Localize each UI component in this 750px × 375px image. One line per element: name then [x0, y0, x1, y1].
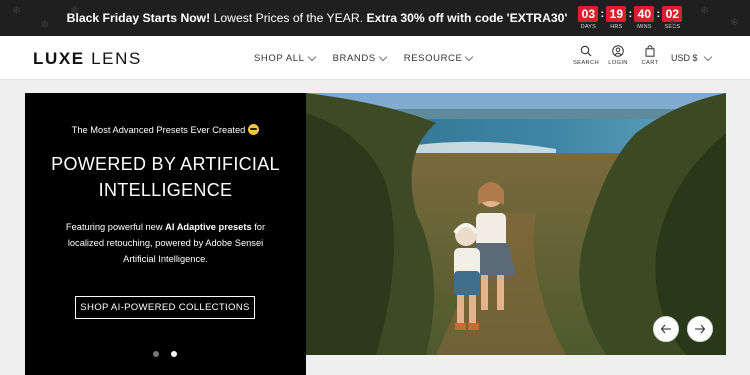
countdown-label: MINS [637, 24, 652, 30]
chevron-down-icon [703, 52, 712, 61]
header-tools: SEARCH LOGIN CART [573, 45, 662, 66]
nav-label: RESOURCE [403, 53, 463, 64]
logo-light: LENS [91, 49, 142, 68]
hero-description-bold: AI Adaptive presets [165, 222, 252, 232]
hero-description: Featuring powerful new AI Adaptive prese… [55, 219, 276, 267]
countdown-label: HRS [610, 24, 623, 30]
announcement-lead: Black Friday Starts Now! [66, 11, 211, 25]
slide-dot-2[interactable] [171, 351, 177, 357]
announcement-middle: Lowest Prices of the YEAR. [210, 11, 367, 25]
currency-selector[interactable]: USD $ [671, 52, 712, 63]
countdown-label: DAYS [580, 24, 597, 30]
hero-description-pre: Featuring powerful new [65, 222, 166, 232]
snowflake-icon: ❄ [12, 5, 22, 17]
slider-pagination [153, 351, 177, 357]
snowflake-icon: ❄ [700, 5, 710, 17]
login-button[interactable]: LOGIN [606, 45, 630, 66]
chevron-down-icon [465, 52, 474, 62]
announcement-text: Black Friday Starts Now! Lowest Prices o… [67, 11, 568, 25]
countdown-minutes: 40 MINS [633, 6, 655, 30]
snowflake-icon: ❄ [730, 17, 740, 29]
chevron-down-icon [378, 52, 388, 62]
site-logo[interactable]: LUXE LENS [33, 49, 142, 69]
nav-label: SHOP ALL [254, 53, 305, 64]
hero-eyebrow-text: The Most Advanced Presets Ever Created [71, 125, 246, 135]
arrow-right-icon [695, 324, 706, 334]
chevron-down-icon [307, 52, 316, 62]
nav-item-resource[interactable]: RESOURCE [403, 52, 474, 64]
countdown-value: 19 [606, 6, 627, 22]
countdown-hours: 19 HRS [605, 6, 627, 30]
cart-button[interactable]: CART [638, 45, 662, 66]
shop-ai-collections-button[interactable]: SHOP AI-POWERED COLLECTIONS [75, 296, 255, 319]
cart-label: CART [641, 60, 659, 66]
slider-next-button[interactable] [687, 316, 713, 342]
nav-item-brands[interactable]: BRANDS [332, 52, 388, 64]
site-header: LUXE LENS SHOP ALL BRANDS RESOURCE SEARC… [0, 36, 750, 80]
logo-bold: LUXE [33, 49, 85, 68]
search-button[interactable]: SEARCH [573, 45, 599, 66]
snowflake-icon: ❄ [70, 5, 80, 17]
hero-headline: POWERED BY ARTIFICIAL INTELLIGENCE [51, 154, 280, 200]
slide-dot-1[interactable] [153, 351, 159, 357]
bag-icon [645, 45, 655, 57]
announcement-offer: Extra 30% off with code 'EXTRA30' [366, 11, 568, 25]
main-nav: SHOP ALL BRANDS RESOURCE [254, 52, 474, 64]
snowflake-icon: ❄ [668, 19, 678, 31]
sunglasses-emoji-icon [248, 124, 260, 135]
countdown-days: 03 DAYS [577, 6, 599, 30]
nav-item-shop-all[interactable]: SHOP ALL [254, 52, 316, 64]
arrow-left-icon [660, 324, 671, 334]
slider-prev-button[interactable] [653, 316, 679, 342]
currency-value: USD $ [671, 53, 698, 63]
hero-eyebrow: The Most Advanced Presets Ever Created [25, 124, 306, 135]
login-label: LOGIN [608, 60, 628, 66]
search-label: SEARCH [573, 60, 599, 66]
snowflake-icon: ❄ [40, 19, 50, 31]
hero-image [306, 93, 726, 355]
countdown-value: 40 [634, 6, 655, 22]
countdown-value: 03 [578, 6, 599, 22]
search-icon [580, 45, 592, 57]
user-icon [612, 45, 624, 57]
announcement-bar: ❄ ❄ ❄ ❄ ❄ ❄ Black Friday Starts Now! Low… [0, 0, 750, 36]
nav-label: BRANDS [332, 53, 376, 64]
hero-text-panel: The Most Advanced Presets Ever Created P… [25, 93, 306, 375]
